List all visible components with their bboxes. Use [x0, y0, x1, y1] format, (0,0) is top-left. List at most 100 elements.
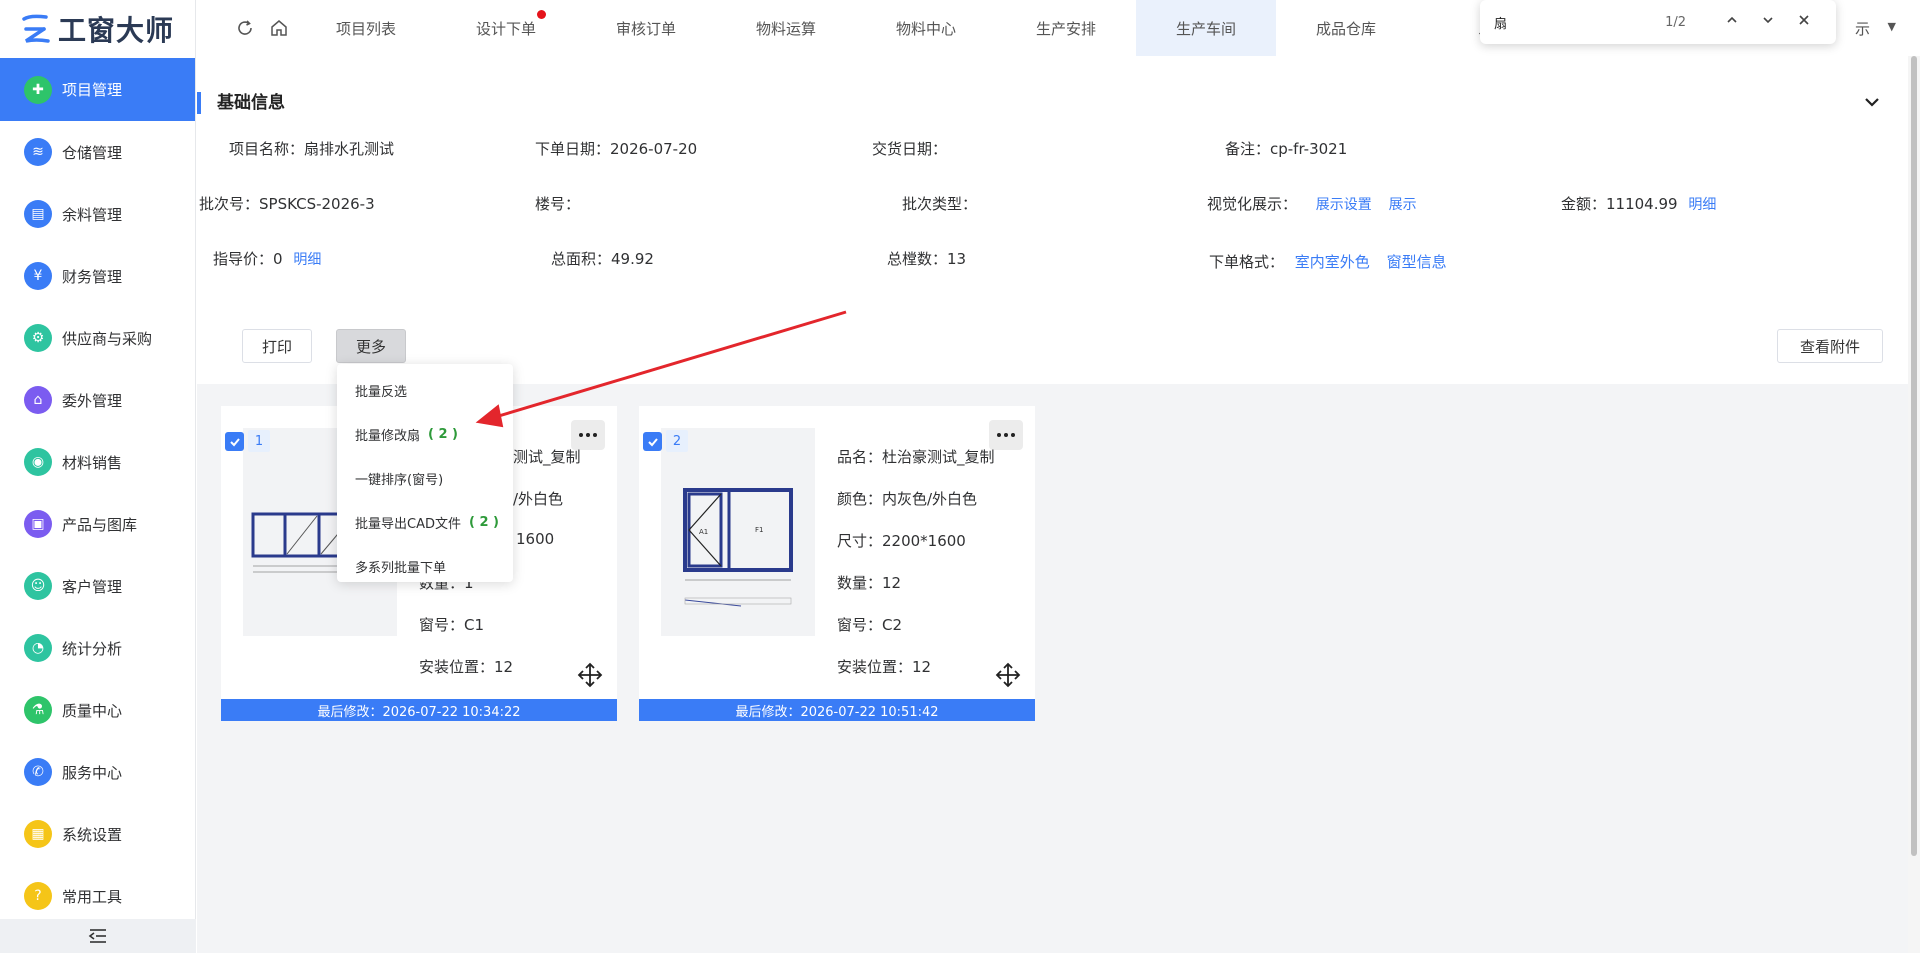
more-dots-icon: [997, 433, 1015, 437]
card-name: 品名：杜治豪测试_复制: [837, 448, 995, 466]
page-scrollbar[interactable]: [1908, 56, 1920, 953]
window-card[interactable]: A1 F1 2 品名：杜治豪测试_复制 颜色：内灰色/外白色 尺寸：2200*1…: [639, 406, 1035, 721]
dropdown-item-label: 批量修改扇: [355, 428, 421, 444]
nav-tab-label: 成品仓库: [1315, 19, 1376, 38]
dropdown-item[interactable]: 批量导出CAD文件 ( 2 ): [337, 500, 513, 544]
nav-tab-label: 审核订单: [615, 19, 676, 38]
sidebar-item-label: 仓储管理: [62, 143, 123, 162]
logo[interactable]: 工窗大师: [0, 0, 195, 58]
supplier-icon: ⚙: [24, 324, 52, 352]
sidebar-item-label: 服务中心: [62, 763, 123, 782]
nav-tab[interactable]: 物料中心: [856, 0, 996, 56]
nav-tab-label: 物料运算: [755, 19, 816, 38]
batch-no-field: 批次号：SPSKCS-2026-3: [199, 195, 375, 213]
dropdown-item-label: 批量导出CAD文件: [355, 516, 461, 532]
sidebar-item[interactable]: ⚙ 供应商与采购: [0, 307, 195, 369]
print-button[interactable]: 打印: [242, 329, 312, 363]
card-last-modified: 最后修改：2026-07-22 10:51:42: [639, 699, 1035, 721]
sidebar-item-label: 产品与图库: [62, 515, 138, 534]
nav-tab-label: 物料中心: [895, 19, 956, 38]
visual-display-field: 视觉化展示： 展示设置 展示: [1207, 193, 1417, 214]
nav-tab-overflow[interactable]: 示: [1855, 18, 1870, 39]
nav-tab[interactable]: 生产安排: [996, 0, 1136, 56]
amount-detail-link[interactable]: 明细: [1688, 197, 1716, 213]
logo-text: 工窗大师: [58, 14, 175, 47]
window-thumbnail[interactable]: A1 F1: [661, 428, 815, 636]
card-position: 安装位置：12: [419, 658, 514, 676]
dropdown-item[interactable]: 多系列批量下单: [337, 544, 513, 588]
window-type-info-link[interactable]: 窗型信息: [1387, 253, 1447, 271]
home-icon: [271, 20, 287, 36]
sidebar-item-label: 材料销售: [62, 453, 123, 472]
svg-text:F1: F1: [755, 526, 763, 534]
sidebar-item-label: 常用工具: [62, 887, 123, 906]
batch-type-field: 批次类型：: [902, 195, 978, 213]
dropdown-item[interactable]: 一键排序(窗号): [337, 456, 513, 500]
view-attachment-button[interactable]: 查看附件: [1777, 329, 1883, 363]
total-count-field: 总樘数：13: [887, 250, 967, 268]
collapse-section-button[interactable]: [1864, 94, 1880, 114]
sidebar-collapse-button[interactable]: [0, 919, 196, 953]
nav-tab[interactable]: 设计下单: [436, 0, 576, 56]
refresh-button[interactable]: [228, 0, 262, 56]
indoor-outdoor-color-link[interactable]: 室内室外色: [1295, 253, 1370, 271]
move-icon: [577, 662, 603, 688]
sidebar-item[interactable]: ☺ 客户管理: [0, 555, 195, 617]
sales-icon: ◉: [24, 448, 52, 476]
nav-tab[interactable]: 物料运算: [716, 0, 856, 56]
sidebar-item[interactable]: ⚗ 质量中心: [0, 679, 195, 741]
display-link[interactable]: 展示: [1389, 197, 1417, 213]
sidebar-item[interactable]: ? 常用工具: [0, 865, 195, 927]
amount-field: 金额：11104.99 明细: [1561, 193, 1716, 214]
card-checkbox[interactable]: [643, 432, 662, 451]
sidebar-item-label: 统计分析: [62, 639, 123, 658]
sidebar-item[interactable]: ✆ 服务中心: [0, 741, 195, 803]
sidebar-item-label: 财务管理: [62, 267, 123, 286]
sidebar-item[interactable]: ▦ 系统设置: [0, 803, 195, 865]
nav-tab[interactable]: 项目列表: [296, 0, 436, 56]
nav-tab-label: 项目列表: [335, 19, 396, 38]
scrollbar-thumb[interactable]: [1911, 56, 1917, 856]
sidebar-item[interactable]: ≋ 仓储管理: [0, 121, 195, 183]
find-next-button[interactable]: [1750, 14, 1786, 30]
nav-tab[interactable]: 成品仓库: [1276, 0, 1416, 56]
find-input[interactable]: 扇: [1494, 13, 1665, 32]
find-prev-button[interactable]: [1714, 14, 1750, 30]
sidebar-item[interactable]: ◉ 材料销售: [0, 431, 195, 493]
sidebar-item[interactable]: ⌂ 委外管理: [0, 369, 195, 431]
nav-tab-label: 生产车间: [1175, 19, 1236, 38]
nav-tab-label: 设计下单: [475, 19, 536, 38]
card-last-modified: 最后修改：2026-07-22 10:34:22: [221, 699, 617, 721]
sidebar-item-label: 系统设置: [62, 825, 123, 844]
home-button[interactable]: [262, 0, 296, 56]
check-icon: [647, 437, 658, 446]
dropdown-item[interactable]: 批量修改扇 ( 2 ): [337, 412, 513, 456]
sidebar-item[interactable]: ¥ 财务管理: [0, 245, 195, 307]
quality-icon: ⚗: [24, 696, 52, 724]
customer-icon: ☺: [24, 572, 52, 600]
nav-tab[interactable]: 生产车间: [1136, 0, 1276, 56]
display-settings-link[interactable]: 展示设置: [1316, 197, 1372, 213]
drag-handle[interactable]: [577, 662, 603, 692]
card-qty: 数量：12: [837, 574, 902, 592]
delivery-date-field: 交货日期：: [872, 140, 948, 158]
sidebar-item-label: 供应商与采购: [62, 329, 153, 348]
card-checkbox[interactable]: [225, 432, 244, 451]
guide-price-detail-link[interactable]: 明细: [293, 252, 321, 268]
sidebar-item[interactable]: ▣ 产品与图库: [0, 493, 195, 555]
more-button[interactable]: 更多: [336, 329, 406, 363]
product-icon: ▣: [24, 510, 52, 538]
drag-handle[interactable]: [995, 662, 1021, 692]
find-match-count: 1/2: [1665, 14, 1686, 30]
svg-text:A1: A1: [699, 528, 708, 536]
sidebar-item[interactable]: ▤ 余料管理: [0, 183, 195, 245]
chevron-down-icon: [1865, 98, 1879, 107]
card-window-no: 窗号：C1: [419, 616, 485, 634]
sidebar-item[interactable]: ◔ 统计分析: [0, 617, 195, 679]
nav-dropdown-caret-icon[interactable]: ▼: [1888, 20, 1896, 33]
sidebar-item[interactable]: ✚ 项目管理: [0, 58, 195, 121]
dropdown-item[interactable]: 批量反选: [337, 368, 513, 412]
find-close-button[interactable]: [1786, 14, 1822, 30]
nav-tab[interactable]: 审核订单: [576, 0, 716, 56]
guide-price-field: 指导价：0 明细: [213, 248, 321, 269]
